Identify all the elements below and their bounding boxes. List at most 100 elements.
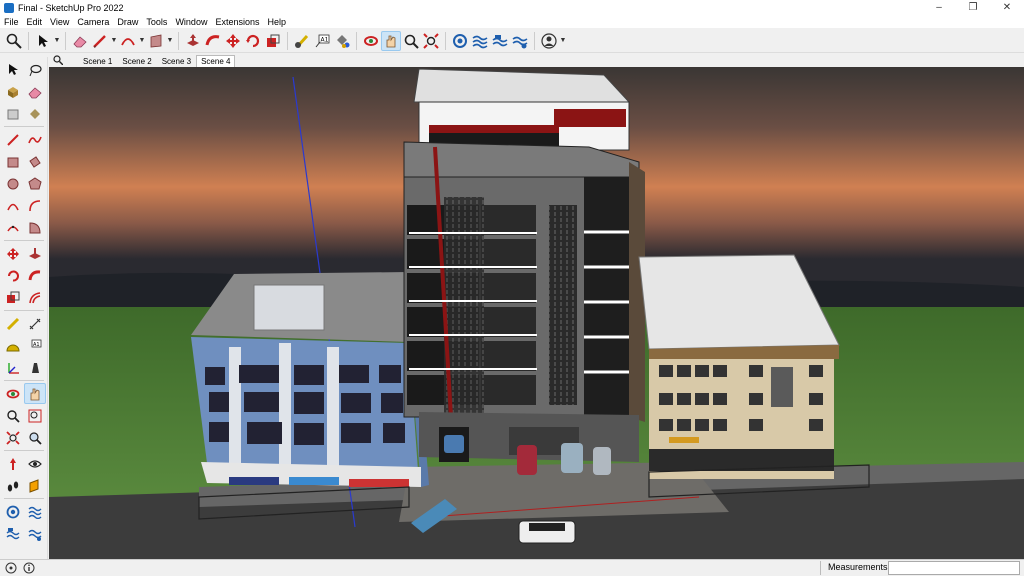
measurements-input[interactable] [888, 561, 1020, 575]
three-point-arc-icon[interactable] [2, 217, 24, 238]
arc-icon[interactable] [2, 195, 24, 216]
info-icon[interactable] [22, 561, 36, 575]
dimension-icon[interactable] [24, 313, 46, 334]
scale-icon[interactable] [2, 287, 24, 308]
extension-manager-icon[interactable] [510, 31, 530, 51]
tape-measure-icon[interactable] [292, 31, 312, 51]
offset-icon[interactable] [24, 287, 46, 308]
left-blue-building [191, 272, 429, 487]
palette-divider [4, 240, 44, 241]
extension-warehouse-icon[interactable] [470, 31, 490, 51]
axes-icon[interactable] [2, 357, 24, 378]
warehouse-icon[interactable] [450, 31, 470, 51]
rotated-rectangle-icon[interactable] [24, 151, 46, 172]
close-button[interactable]: ✕ [990, 0, 1024, 16]
rectangle-shape-icon[interactable] [146, 31, 166, 51]
menu-draw[interactable]: Draw [113, 16, 142, 28]
pan-icon[interactable] [381, 30, 401, 51]
section-plane-icon[interactable] [24, 475, 46, 496]
followme-icon[interactable] [203, 31, 223, 51]
rotate-icon[interactable] [243, 31, 263, 51]
two-point-arc-icon[interactable] [24, 195, 46, 216]
minimize-button[interactable]: – [922, 0, 956, 16]
move-icon[interactable] [223, 31, 243, 51]
arc-icon[interactable] [118, 31, 138, 51]
zoom-icon[interactable] [401, 31, 421, 51]
orbit-icon[interactable] [361, 31, 381, 51]
menu-tools[interactable]: Tools [142, 16, 171, 28]
shape-dropdown-icon[interactable]: ▼ [166, 31, 174, 51]
menu-window[interactable]: Window [171, 16, 211, 28]
menu-bar: File Edit View Camera Draw Tools Window … [0, 16, 1024, 28]
menu-file[interactable]: File [0, 16, 23, 28]
menu-edit[interactable]: Edit [23, 16, 47, 28]
make-component-icon[interactable] [2, 81, 24, 102]
account-dropdown-icon[interactable]: ▼ [559, 31, 567, 51]
search-icon[interactable] [4, 31, 24, 51]
zoom-extents-icon[interactable] [421, 31, 441, 51]
scene-tab-4[interactable]: Scene 4 [196, 55, 236, 67]
select-dropdown-icon[interactable]: ▼ [53, 31, 61, 51]
account-icon[interactable] [539, 31, 559, 51]
warehouse-icon[interactable] [2, 501, 24, 522]
toolbar-divider [287, 31, 288, 50]
tag-icon[interactable] [2, 103, 24, 124]
maximize-button[interactable]: ❐ [956, 0, 990, 16]
protractor-icon[interactable] [2, 335, 24, 356]
menu-extensions[interactable]: Extensions [211, 16, 263, 28]
look-around-icon[interactable] [24, 453, 46, 474]
eraser-icon[interactable] [70, 31, 90, 51]
window-title: Final - SketchUp Pro 2022 [18, 3, 124, 13]
extension-warehouse-icon[interactable] [24, 501, 46, 522]
select-icon[interactable] [2, 59, 24, 80]
zoom-extents-icon[interactable] [2, 427, 24, 448]
central-tower [403, 68, 645, 462]
pie-icon[interactable] [24, 217, 46, 238]
circle-icon[interactable] [2, 173, 24, 194]
rectangle-icon[interactable] [2, 151, 24, 172]
orbit-icon[interactable] [2, 383, 24, 404]
pan-icon[interactable] [24, 383, 46, 404]
layout-icon[interactable] [490, 31, 510, 51]
arc-dropdown-icon[interactable]: ▼ [138, 31, 146, 51]
previous-view-icon[interactable] [24, 427, 46, 448]
pencil-line-icon[interactable] [90, 31, 110, 51]
menu-camera[interactable]: Camera [73, 16, 113, 28]
scene-tab-3[interactable]: Scene 3 [157, 55, 196, 67]
followme-icon[interactable] [24, 265, 46, 286]
palette-divider [4, 380, 44, 381]
geolocation-icon[interactable] [4, 561, 18, 575]
freehand-icon[interactable] [24, 129, 46, 150]
lasso-icon[interactable] [24, 59, 46, 80]
model-viewport[interactable] [49, 67, 1024, 559]
scene-tab-2[interactable]: Scene 2 [117, 55, 156, 67]
3d-scene [49, 67, 1024, 559]
pushpull-icon[interactable] [24, 243, 46, 264]
scale-icon[interactable] [263, 31, 283, 51]
text-icon[interactable]: A1 [312, 31, 332, 51]
toolbar-divider [178, 31, 179, 50]
zoom-window-icon[interactable] [24, 405, 46, 426]
layout-icon[interactable] [2, 523, 24, 544]
polygon-icon[interactable] [24, 173, 46, 194]
pencil-line-icon[interactable] [2, 129, 24, 150]
menu-help[interactable]: Help [263, 16, 290, 28]
text-icon[interactable]: A1 [24, 335, 46, 356]
position-camera-icon[interactable] [2, 453, 24, 474]
pushpull-icon[interactable] [183, 31, 203, 51]
line-dropdown-icon[interactable]: ▼ [110, 31, 118, 51]
move-icon[interactable] [2, 243, 24, 264]
eraser-icon[interactable] [24, 81, 46, 102]
zoom-icon[interactable] [2, 405, 24, 426]
rotate-icon[interactable] [2, 265, 24, 286]
extension-manager-icon[interactable] [24, 523, 46, 544]
tape-measure-icon[interactable] [2, 313, 24, 334]
scene-search-icon[interactable] [48, 53, 68, 67]
3d-text-icon[interactable] [24, 357, 46, 378]
walk-icon[interactable] [2, 475, 24, 496]
paint-bucket-icon[interactable] [332, 31, 352, 51]
select-icon[interactable] [33, 31, 53, 51]
menu-view[interactable]: View [46, 16, 73, 28]
paint-bucket-icon[interactable] [24, 103, 46, 124]
scene-tab-1[interactable]: Scene 1 [78, 55, 117, 67]
